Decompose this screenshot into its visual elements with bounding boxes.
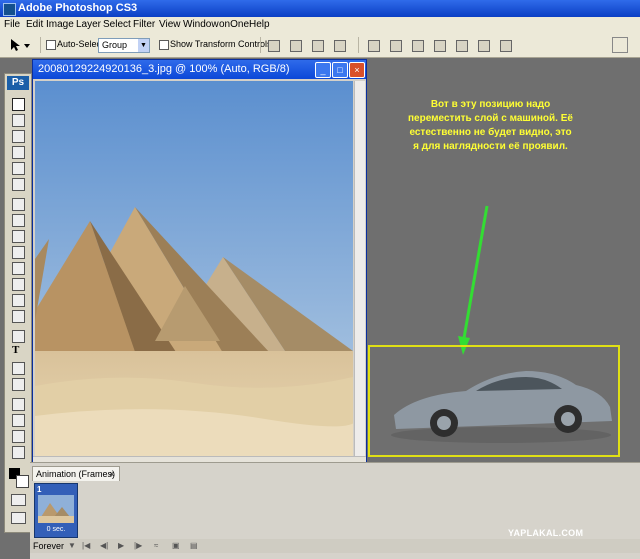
move-tool[interactable]: [12, 98, 25, 111]
path-selection-tool[interactable]: [12, 362, 25, 375]
minimize-icon[interactable]: _: [315, 62, 331, 78]
marquee-tool[interactable]: [12, 114, 25, 127]
menu-help[interactable]: Help: [249, 19, 270, 30]
eyedropper-tool[interactable]: [12, 178, 25, 191]
align-vcenter-icon[interactable]: [290, 40, 302, 52]
menu-image[interactable]: Image: [46, 19, 74, 30]
move-tool-icon[interactable]: [8, 37, 34, 53]
document-canvas[interactable]: [35, 81, 353, 456]
distribute-left-icon[interactable]: [434, 40, 446, 52]
eraser-tool[interactable]: [12, 262, 25, 275]
chevron-down-icon: ▼: [138, 39, 149, 52]
first-frame-icon[interactable]: |◀: [82, 542, 91, 550]
menu-onone[interactable]: onOne: [219, 19, 249, 30]
green-arrow-icon: [458, 205, 489, 355]
annotation-text: Вот в эту позицию надо переместить слой …: [408, 99, 573, 152]
animation-panel: Animation (Frames) × 1 0 sec. Forever ▼ …: [30, 462, 640, 559]
type-tool[interactable]: T: [12, 344, 19, 356]
tween-icon[interactable]: ≈: [154, 542, 163, 550]
crop-tool[interactable]: [12, 162, 25, 175]
app-title: Adobe Photoshop CS3: [18, 2, 138, 14]
eyedropper-sample-tool[interactable]: [12, 414, 25, 427]
distribute-right-icon[interactable]: [478, 40, 490, 52]
next-frame-icon[interactable]: |▶: [134, 542, 143, 550]
screen-mode-icon[interactable]: [11, 512, 26, 524]
animation-controls: Forever ▼ |◀ ◀| ▶ |▶ ≈ ▣ ▤: [30, 539, 640, 553]
pyramids-photo: [35, 81, 353, 456]
pen-tool[interactable]: [12, 330, 25, 343]
options-bar: Auto-Select: Group ▼ Show Transform Cont…: [0, 33, 640, 58]
prev-frame-icon[interactable]: ◀|: [100, 542, 109, 550]
watermark: YAPLAKAL.COM: [508, 528, 584, 538]
auto-select-value: Group: [102, 40, 128, 50]
panel-well-icon[interactable]: [612, 37, 628, 53]
toolbox-logo: Ps: [7, 76, 29, 90]
frame-thumbnail: [38, 495, 74, 523]
clone-stamp-tool[interactable]: [12, 230, 25, 243]
lasso-tool[interactable]: [12, 130, 25, 143]
align-bottom-icon[interactable]: [312, 40, 324, 52]
frame-duration[interactable]: 0 sec.: [35, 526, 77, 533]
menu-layer[interactable]: Layer: [76, 19, 101, 30]
loop-select[interactable]: Forever: [33, 541, 64, 551]
maximize-icon[interactable]: □: [332, 62, 348, 78]
vertical-scrollbar[interactable]: [354, 81, 365, 456]
distribute-vcenter-icon[interactable]: [390, 40, 402, 52]
separator: [358, 37, 359, 53]
align-left-icon[interactable]: [334, 40, 346, 52]
app-title-bar: Adobe Photoshop CS3: [0, 0, 640, 17]
auto-select-dropdown[interactable]: Group ▼: [98, 38, 150, 53]
history-brush-tool[interactable]: [12, 246, 25, 259]
zoom-tool[interactable]: [12, 446, 25, 459]
distribute-top-icon[interactable]: [368, 40, 380, 52]
tab-label: Animation (Frames): [36, 469, 116, 479]
menu-bar: File Edit Image Layer Select Filter View…: [0, 17, 640, 34]
transform-controls-checkbox[interactable]: [159, 40, 169, 50]
menu-select[interactable]: Select: [103, 19, 131, 30]
frame-number: 1: [37, 485, 42, 494]
separator: [40, 37, 41, 53]
dodge-tool[interactable]: [12, 310, 25, 323]
gradient-tool[interactable]: [12, 278, 25, 291]
healing-brush-tool[interactable]: [12, 198, 25, 211]
toolbox: Ps T: [4, 73, 32, 533]
close-icon[interactable]: ×: [349, 62, 365, 78]
blur-tool[interactable]: [12, 294, 25, 307]
menu-window[interactable]: Window: [183, 19, 219, 30]
loop-dropdown-icon[interactable]: ▼: [68, 542, 77, 550]
quick-mask-icon[interactable]: [11, 494, 26, 506]
car-layer: [391, 371, 612, 443]
document-window: 20080129224920136_3.jpg @ 100% (Auto, RG…: [32, 59, 367, 465]
menu-edit[interactable]: Edit: [26, 19, 43, 30]
background-color-swatch[interactable]: [16, 475, 29, 488]
brush-tool[interactable]: [12, 214, 25, 227]
document-title: 20080129224920136_3.jpg @ 100% (Auto, RG…: [38, 63, 290, 75]
play-icon[interactable]: ▶: [118, 542, 127, 550]
auto-align-icon[interactable]: [500, 40, 512, 52]
align-top-icon[interactable]: [268, 40, 280, 52]
distribute-bottom-icon[interactable]: [412, 40, 424, 52]
duplicate-frame-icon[interactable]: ▣: [172, 542, 181, 550]
menu-file[interactable]: File: [4, 19, 20, 30]
magic-wand-tool[interactable]: [12, 146, 25, 159]
animation-frame[interactable]: 1 0 sec.: [34, 483, 78, 538]
auto-select-checkbox[interactable]: [46, 40, 56, 50]
close-icon[interactable]: ×: [109, 469, 114, 479]
notes-tool[interactable]: [12, 398, 25, 411]
hand-tool[interactable]: [12, 430, 25, 443]
shape-tool[interactable]: [12, 378, 25, 391]
tab-animation-frames[interactable]: Animation (Frames) ×: [32, 466, 120, 481]
target-position-box: [368, 345, 620, 457]
photoshop-app-icon: [3, 3, 16, 16]
document-title-bar[interactable]: 20080129224920136_3.jpg @ 100% (Auto, RG…: [33, 60, 366, 79]
distribute-hcenter-icon[interactable]: [456, 40, 468, 52]
menu-filter[interactable]: Filter: [133, 19, 155, 30]
delete-frame-icon[interactable]: ▤: [190, 542, 199, 550]
transform-controls-label: Show Transform Controls: [170, 39, 272, 49]
menu-view[interactable]: View: [159, 19, 181, 30]
separator: [260, 37, 261, 53]
